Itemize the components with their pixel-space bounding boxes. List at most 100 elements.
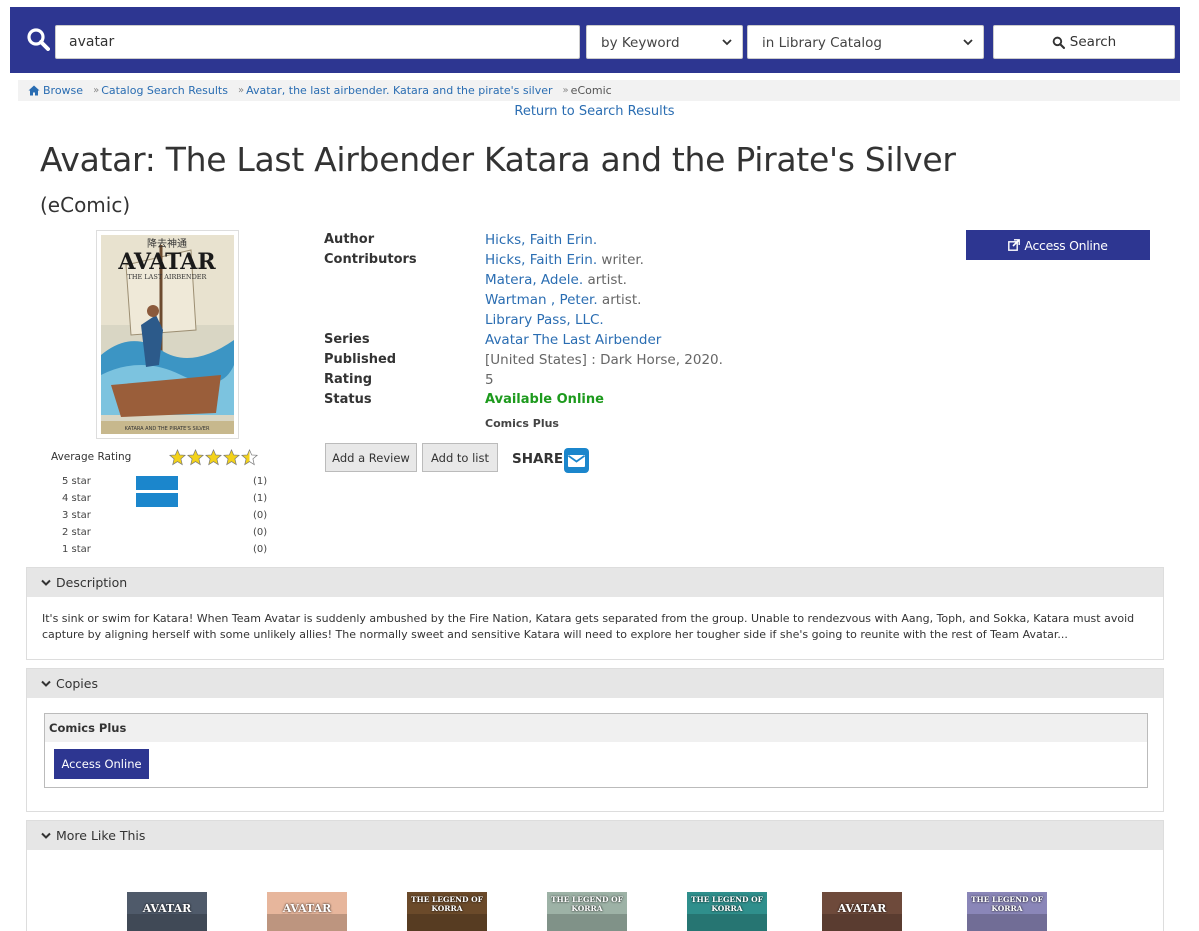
source-label: Comics Plus [485, 417, 559, 430]
rating-row-label: 1 star [62, 544, 91, 555]
copies-panel-header[interactable]: Copies [27, 669, 1163, 698]
more-like-this-heading: More Like This [56, 828, 146, 843]
contributor-link[interactable]: Matera, Adele. [485, 272, 583, 288]
search-button[interactable]: Search [993, 25, 1175, 59]
chevron-down-icon [41, 680, 51, 687]
home-icon [28, 85, 40, 96]
copies-source-box: Comics Plus Access Online [44, 713, 1148, 788]
rating-row-count: (1) [253, 476, 268, 487]
rating-row-1-star[interactable]: 1 star (0) [62, 544, 272, 558]
detail-label: Series [324, 332, 370, 347]
copies-heading: Copies [56, 676, 98, 691]
rating-row-count: (1) [253, 493, 268, 504]
breadcrumb-separator: » [562, 85, 569, 96]
copies-access-online-button[interactable]: Access Online [54, 749, 149, 779]
search-type-value: by Keyword [601, 35, 680, 51]
star-icon [223, 449, 240, 466]
rating-row-3-star[interactable]: 3 star (0) [62, 510, 272, 524]
thumbnail-title: AVATAR [837, 902, 887, 915]
search-scope-select[interactable]: in Library Catalog [747, 25, 984, 59]
series-link[interactable]: Avatar The Last Airbender [485, 332, 661, 348]
more-like-this-panel-header[interactable]: More Like This [27, 821, 1163, 850]
add-to-list-button[interactable]: Add to list [422, 443, 498, 472]
book-cover-art: 降去神通 AVATAR THE LAST AIRBENDER KATARA AN… [101, 235, 234, 434]
search-bar: avatar by Keyword in Library Catalog Sea… [10, 7, 1180, 73]
search-icon[interactable] [26, 27, 52, 53]
cover-image[interactable]: 降去神通 AVATAR THE LAST AIRBENDER KATARA AN… [96, 230, 239, 439]
published-value: [United States] : Dark Horse, 2020. [485, 352, 723, 368]
more-like-this-thumbnail[interactable]: AVATAR [127, 892, 207, 931]
copies-source-label: Comics Plus [45, 714, 1147, 742]
average-rating-label: Average Rating [51, 451, 132, 463]
access-online-label: Access Online [1024, 237, 1108, 253]
return-to-search-link[interactable]: Return to Search Results [0, 104, 1189, 119]
more-like-this-thumbnail[interactable]: THE LEGEND OF KORRA [687, 892, 767, 931]
cover-subtitle: THE LAST AIRBENDER [128, 273, 208, 281]
page-title: Avatar: The Last Airbender Katara and th… [40, 140, 956, 179]
contributor-role: writer. [597, 252, 644, 268]
chevron-down-icon [722, 39, 732, 46]
description-heading: Description [56, 575, 128, 590]
breadcrumb-title[interactable]: Avatar, the last airbender. Katara and t… [246, 84, 552, 97]
format-label: (eComic) [40, 193, 131, 217]
search-button-label: Search [1069, 34, 1117, 50]
rating-row-4-star[interactable]: 4 star (1) [62, 493, 272, 507]
author-link[interactable]: Hicks, Faith Erin. [485, 232, 597, 248]
more-like-this-thumbnail[interactable]: THE LEGEND OF KORRA [547, 892, 627, 931]
breadcrumb-catalog-search-results[interactable]: Catalog Search Results [101, 84, 228, 97]
share-label: SHARE [512, 451, 564, 467]
star-icon [205, 449, 222, 466]
more-like-this-thumbnail[interactable]: THE LEGEND OF KORRA [967, 892, 1047, 931]
thumbnail-title: THE LEGEND OF KORRA [971, 895, 1043, 913]
rating-row-label: 5 star [62, 476, 91, 487]
rating-bar [136, 493, 178, 507]
contributor-role: artist. [583, 272, 627, 288]
chevron-down-icon [41, 579, 51, 586]
search-input[interactable]: avatar [55, 25, 580, 59]
contributor-link[interactable]: Library Pass, LLC. [485, 312, 604, 328]
rating-row-count: (0) [253, 544, 268, 555]
thumbnail-title: AVATAR [142, 902, 192, 915]
contributor-link[interactable]: Wartman , Peter. [485, 292, 598, 308]
search-scope-value: in Library Catalog [762, 35, 882, 51]
star-icon [169, 449, 186, 466]
external-link-icon [1008, 239, 1021, 251]
detail-label: Published [324, 352, 397, 367]
more-like-this-thumbnail[interactable]: THE LEGEND OF KORRA [407, 892, 487, 931]
rating-bar [136, 476, 178, 490]
contributor-link[interactable]: Hicks, Faith Erin. [485, 252, 597, 268]
email-share-icon[interactable] [564, 448, 589, 473]
copies-panel: Copies Comics Plus Access Online [26, 668, 1164, 812]
star-icon [187, 449, 204, 466]
half-star-icon [241, 449, 258, 466]
detail-label: Status [324, 392, 372, 407]
thumbnail-title: THE LEGEND OF KORRA [691, 895, 763, 913]
average-rating-stars[interactable] [169, 449, 258, 466]
breadcrumb-current: eComic [570, 84, 612, 97]
chevron-down-icon [963, 39, 973, 46]
detail-label: Rating [324, 372, 373, 387]
search-type-select[interactable]: by Keyword [586, 25, 743, 59]
detail-label: Author [324, 232, 375, 247]
breadcrumb-browse[interactable]: Browse [43, 84, 83, 97]
thumbnail-title: THE LEGEND OF KORRA [411, 895, 483, 913]
contributor-role: artist. [597, 292, 642, 308]
search-icon [1052, 36, 1065, 49]
more-like-this-thumbnail[interactable]: AVATAR [822, 892, 902, 931]
status-badge: Available Online [485, 392, 604, 407]
more-like-this-panel: More Like This AVATAR AVATAR THE LEGEND OF… [26, 820, 1164, 931]
rating-row-2-star[interactable]: 2 star (0) [62, 527, 272, 541]
rating-value: 5 [485, 372, 494, 388]
breadcrumb: Browse » Catalog Search Results » Avatar… [18, 80, 1180, 101]
more-like-this-thumbnail[interactable]: AVATAR [267, 892, 347, 931]
access-online-button[interactable]: Access Online [966, 230, 1150, 260]
rating-row-count: (0) [253, 527, 268, 538]
rating-row-count: (0) [253, 510, 268, 521]
breadcrumb-separator: » [237, 85, 245, 96]
rating-row-5-star[interactable]: 5 star (1) [62, 476, 272, 490]
chevron-down-icon [41, 832, 51, 839]
add-review-button[interactable]: Add a Review [325, 443, 417, 472]
detail-label: Contributors [324, 252, 417, 267]
rating-row-label: 4 star [62, 493, 91, 504]
description-panel-header[interactable]: Description [27, 568, 1163, 597]
